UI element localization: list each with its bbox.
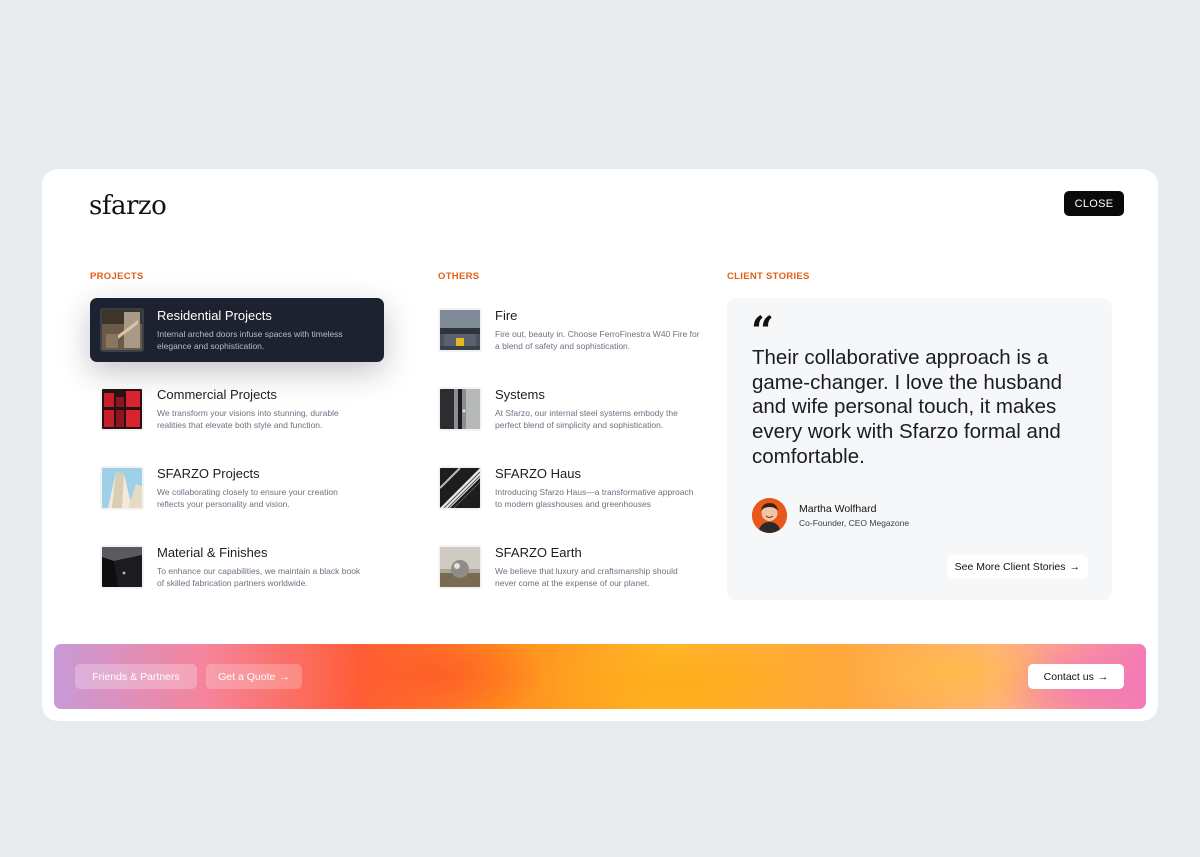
menu-item-commercial-projects[interactable]: Commercial Projects We transform your vi…: [90, 377, 384, 441]
menu-item-residential-projects[interactable]: Residential Projects Internal arched doo…: [90, 298, 384, 362]
friends-partners-label: Friends & Partners: [92, 670, 180, 683]
projects-list: Residential Projects Internal arched doo…: [90, 298, 384, 614]
menu-item-fire[interactable]: Fire Fire out, beauty in. Choose FerroFi…: [428, 298, 708, 362]
arrow-right-icon: →: [1069, 561, 1081, 573]
friends-partners-button[interactable]: Friends & Partners: [75, 664, 197, 689]
residential-thumb: [100, 308, 144, 352]
fire-thumb: [438, 308, 482, 352]
projects-heading: PROJECTS: [90, 271, 144, 282]
haus-thumb: [438, 466, 482, 510]
menu-item-sfarzo-haus[interactable]: SFARZO Haus Introducing Sfarzo Haus—a tr…: [428, 456, 708, 520]
item-desc: Internal arched doors infuse spaces with…: [157, 329, 343, 351]
item-desc: We believe that luxury and craftsmanship…: [495, 566, 678, 588]
menu-item-sfarzo-projects[interactable]: SFARZO Projects We collaborating closely…: [90, 456, 384, 520]
item-title: Systems: [495, 387, 545, 402]
item-desc: We transform your visions into stunning,…: [157, 408, 339, 430]
others-heading: OTHERS: [438, 271, 480, 282]
get-a-quote-button[interactable]: Get a Quote →: [206, 664, 302, 689]
arrow-right-icon: →: [279, 670, 290, 683]
menu-item-material-finishes[interactable]: Material & Finishes To enhance our capab…: [90, 535, 384, 599]
others-list: Fire Fire out, beauty in. Choose FerroFi…: [428, 298, 708, 614]
arrow-right-icon: →: [1097, 670, 1109, 683]
item-title: SFARZO Earth: [495, 545, 582, 560]
menu-item-systems[interactable]: Systems At Sfarzo, our internal steel sy…: [428, 377, 708, 441]
menu-item-sfarzo-earth[interactable]: SFARZO Earth We believe that luxury and …: [428, 535, 708, 599]
item-desc: Introducing Sfarzo Haus—a transformative…: [495, 487, 694, 509]
item-title: Material & Finishes: [157, 545, 268, 560]
sfarzo-projects-thumb: [100, 466, 144, 510]
client-stories-heading: CLIENT STORIES: [727, 271, 810, 282]
see-more-label: See More Client Stories: [954, 561, 1066, 573]
materials-thumb: [100, 545, 144, 589]
commercial-thumb: [100, 387, 144, 431]
footer-cta-band: Friends & Partners Get a Quote → Contact…: [54, 644, 1146, 709]
item-title: Fire: [495, 308, 518, 323]
item-desc: To enhance our capabilities, we maintain…: [157, 566, 361, 588]
item-desc: Fire out, beauty in. Choose FerroFinestr…: [495, 329, 700, 351]
item-title: SFARZO Projects: [157, 466, 260, 481]
item-title: Residential Projects: [157, 308, 272, 323]
author-role: Co-Founder, CEO Megazone: [799, 518, 910, 528]
item-desc: We collaborating closely to ensure your …: [157, 487, 338, 509]
close-button[interactable]: CLOSE: [1064, 191, 1124, 216]
item-title: Commercial Projects: [157, 387, 277, 402]
author-name: Martha Wolfhard: [799, 503, 877, 515]
client-story-card: “ Their collaborative approach is a game…: [727, 298, 1112, 600]
menu-panel: sfarzo CLOSE PROJECTS Residential Projec…: [42, 169, 1158, 721]
testimonial-quote: Their collaborative approach is a game-c…: [752, 346, 1062, 468]
item-desc: At Sfarzo, our internal steel systems em…: [495, 408, 678, 430]
avatar: [752, 498, 787, 533]
contact-us-label: Contact us: [1043, 670, 1094, 683]
item-title: SFARZO Haus: [495, 466, 581, 481]
contact-us-button[interactable]: Contact us →: [1028, 664, 1124, 689]
earth-thumb: [438, 545, 482, 589]
see-more-client-stories-button[interactable]: See More Client Stories →: [946, 555, 1088, 579]
sfarzo-logo[interactable]: sfarzo: [89, 191, 167, 221]
systems-thumb: [438, 387, 482, 431]
get-a-quote-label: Get a Quote: [218, 670, 276, 683]
